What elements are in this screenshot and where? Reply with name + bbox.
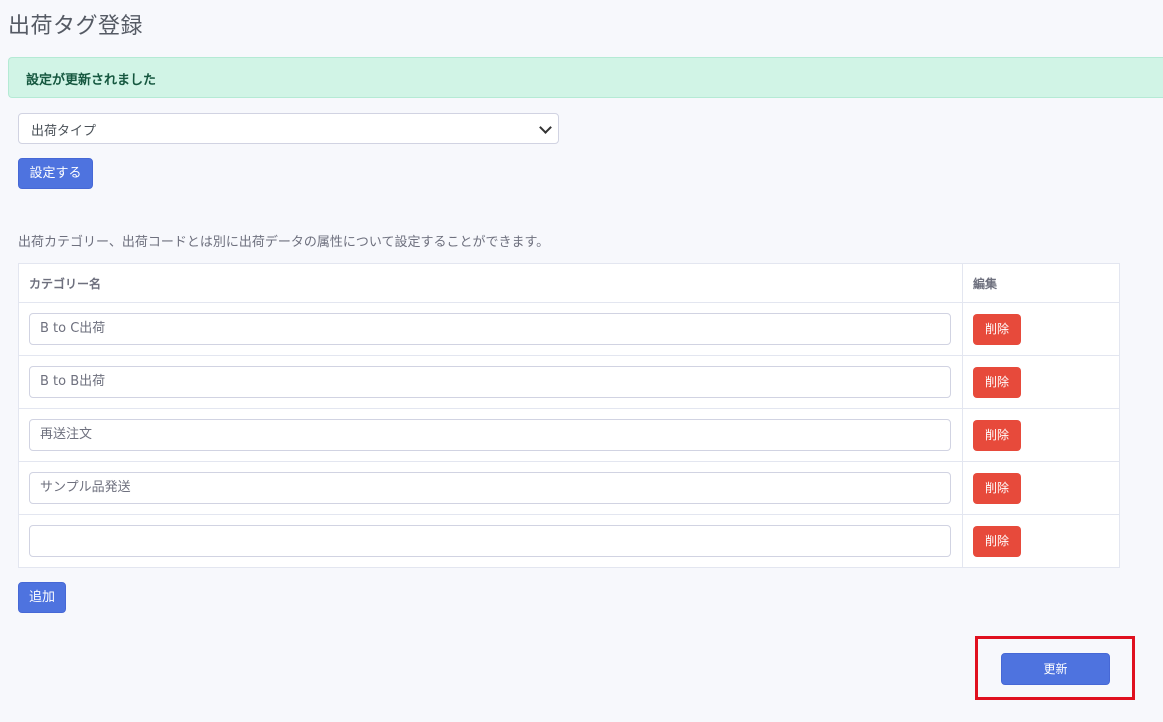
category-name-input[interactable] bbox=[29, 525, 951, 557]
category-name-input[interactable]: B to C出荷 bbox=[29, 313, 951, 345]
delete-button[interactable]: 削除 bbox=[972, 419, 1021, 451]
update-button[interactable]: 更新 bbox=[1001, 653, 1110, 685]
table-row: 再送注文 削除 bbox=[18, 408, 1121, 462]
table-row: B to B出荷 削除 bbox=[18, 355, 1121, 409]
delete-button[interactable]: 削除 bbox=[972, 472, 1021, 504]
column-header-category-name: カテゴリー名 bbox=[18, 263, 963, 303]
edit-cell: 削除 bbox=[961, 355, 1121, 409]
table-row: B to C出荷 削除 bbox=[18, 302, 1121, 356]
delete-button[interactable]: 削除 bbox=[972, 313, 1021, 345]
edit-cell: 削除 bbox=[961, 408, 1121, 462]
category-name-cell: B to B出荷 bbox=[18, 355, 963, 409]
category-name-input[interactable]: 再送注文 bbox=[29, 419, 951, 451]
add-button[interactable]: 追加 bbox=[18, 582, 66, 613]
category-name-cell bbox=[18, 514, 963, 568]
table-row: サンプル品発送 削除 bbox=[18, 461, 1121, 515]
category-name-cell: サンプル品発送 bbox=[18, 461, 963, 515]
page-title: 出荷タグ登録 bbox=[8, 14, 144, 39]
category-name-input[interactable]: B to B出荷 bbox=[29, 366, 951, 398]
category-table: カテゴリー名 編集 B to C出荷 削除 B to B出荷 削除 再送注文 削… bbox=[18, 263, 1121, 568]
column-header-edit: 編集 bbox=[961, 263, 1121, 303]
category-name-input[interactable]: サンプル品発送 bbox=[29, 472, 951, 504]
edit-cell: 削除 bbox=[961, 302, 1121, 356]
edit-cell: 削除 bbox=[961, 514, 1121, 568]
delete-button[interactable]: 削除 bbox=[972, 525, 1021, 557]
success-alert: 設定が更新されました bbox=[8, 57, 1163, 98]
shipping-type-select[interactable]: 出荷タイプ bbox=[18, 113, 559, 144]
edit-cell: 削除 bbox=[961, 461, 1121, 515]
description-text: 出荷カテゴリー、出荷コードとは別に出荷データの属性について設定することができます… bbox=[18, 235, 550, 250]
chevron-down-icon bbox=[539, 121, 552, 134]
table-header-row: カテゴリー名 編集 bbox=[18, 263, 1121, 303]
delete-button[interactable]: 削除 bbox=[972, 366, 1021, 398]
table-row: 削除 bbox=[18, 514, 1121, 568]
category-name-cell: B to C出荷 bbox=[18, 302, 963, 356]
set-button[interactable]: 設定する bbox=[18, 158, 93, 189]
shipping-type-select-value: 出荷タイプ bbox=[31, 124, 97, 139]
category-name-cell: 再送注文 bbox=[18, 408, 963, 462]
